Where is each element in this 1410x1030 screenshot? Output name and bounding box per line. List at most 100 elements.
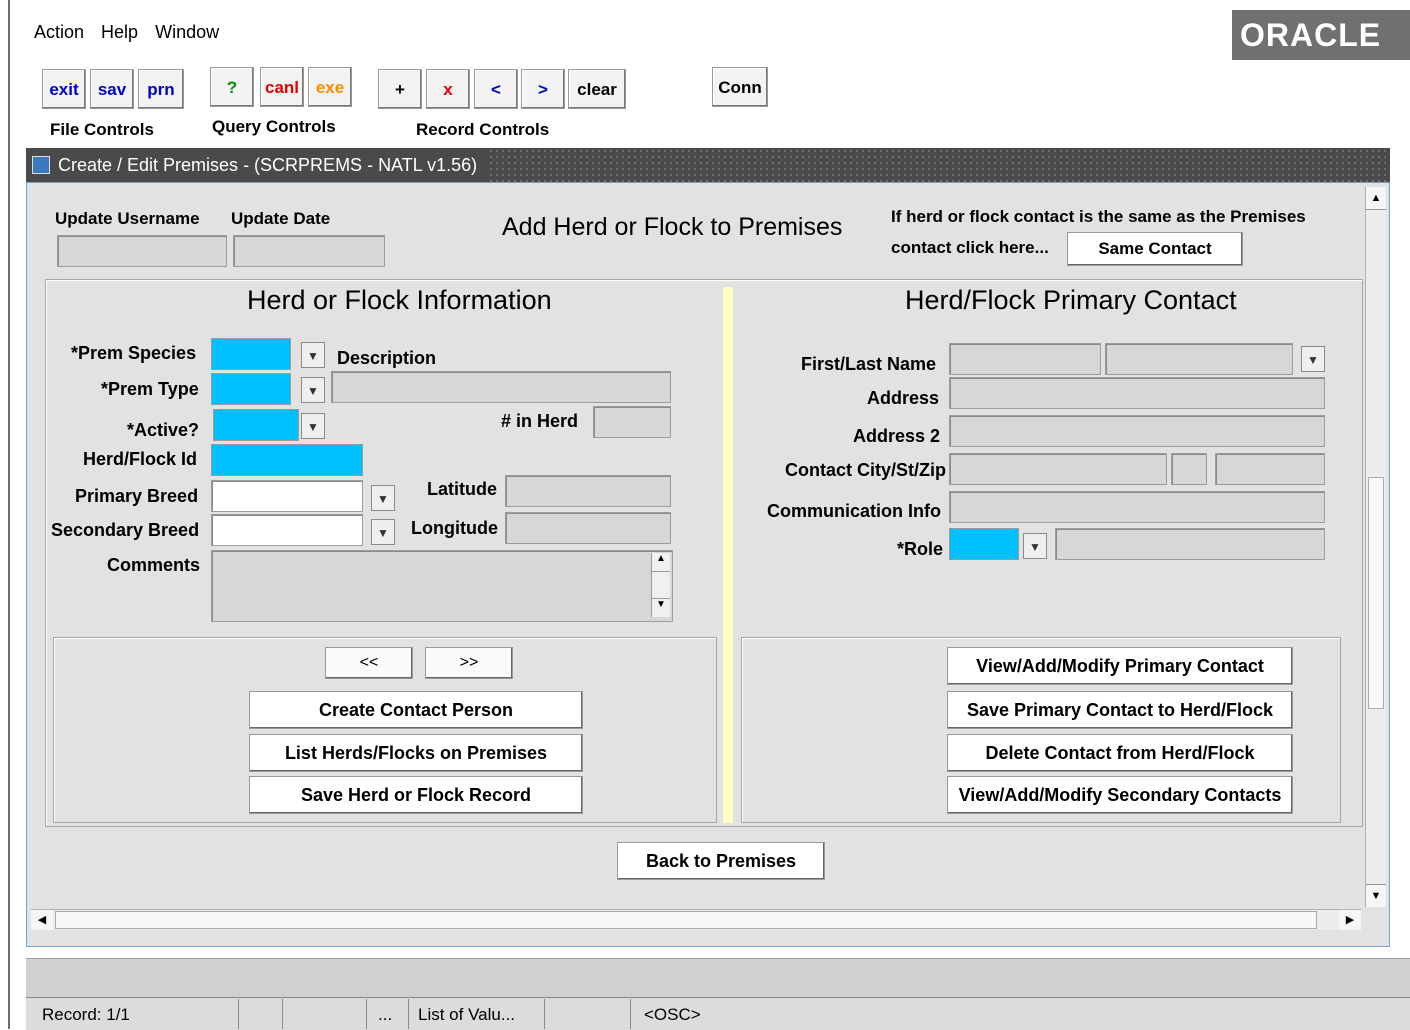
primary-breed-field[interactable] [211,480,363,512]
same-contact-note-2: contact click here... [891,238,1049,257]
address-field[interactable] [949,377,1325,409]
address2-label: Address 2 [853,426,941,446]
query-controls-label: Query Controls [212,117,336,136]
window-title-bar[interactable]: Create / Edit Premises - (SCRPREMS - NAT… [26,148,1390,182]
menu-help[interactable]: Help [101,22,138,42]
description-field[interactable] [331,371,671,403]
last-name-field[interactable] [1105,343,1293,375]
status-divider [366,999,367,1029]
osc-indicator: <OSC> [644,1005,701,1024]
comments-scrollbar[interactable]: ▲ ▼ [651,553,670,617]
address2-field[interactable] [949,415,1325,447]
communication-info-field[interactable] [949,491,1325,523]
role-field[interactable] [949,528,1019,560]
same-contact-button[interactable]: Same Contact [1067,232,1243,266]
prem-species-label: *Prem Species [71,343,197,363]
message-line [26,959,1410,998]
contact-section-title: Herd/Flock Primary Contact [905,285,1237,315]
scroll-down-arrow-icon[interactable]: ▼ [1366,884,1386,907]
delete-record-button[interactable]: x [426,69,470,109]
scroll-up-icon[interactable]: ▲ [652,553,670,572]
role-dropdown-icon[interactable]: ▼ [1023,533,1047,559]
prem-type-dropdown-icon[interactable]: ▼ [301,377,325,403]
window-title: Create / Edit Premises - (SCRPREMS - NAT… [58,155,478,175]
save-primary-contact-button[interactable]: Save Primary Contact to Herd/Flock [947,691,1293,729]
list-of-values-indicator: List of Valu... [418,1005,516,1024]
menu-action[interactable]: Action [34,22,84,42]
comments-field[interactable] [211,550,673,622]
help-query-button[interactable]: ? [210,67,254,107]
city-st-zip-label: Contact City/St/Zip [785,460,946,480]
scroll-down-icon[interactable]: ▼ [652,598,670,617]
form-window: Update Username Update Date Add Herd or … [26,182,1390,947]
scroll-up-arrow-icon[interactable]: ▲ [1366,187,1386,210]
section-divider [723,287,733,823]
latitude-field[interactable] [505,475,671,507]
horizontal-scrollbar[interactable]: ◀ ▶ [31,909,1361,930]
scroll-thumb[interactable] [1368,477,1384,709]
in-herd-field[interactable] [593,406,671,438]
update-date-field[interactable] [233,235,385,267]
primary-breed-label: Primary Breed [75,486,199,506]
role-description-field[interactable] [1055,528,1325,560]
delete-contact-button[interactable]: Delete Contact from Herd/Flock [947,734,1293,772]
h-scroll-thumb[interactable] [55,911,1317,929]
record-indicator: Record: 1/1 [42,1005,130,1024]
status-bar: Record: 1/1 ... List of Valu... <OSC> [26,958,1410,1030]
city-field[interactable] [949,453,1167,485]
save-button[interactable]: sav [90,69,134,109]
status-divider [630,999,631,1029]
primary-breed-dropdown-icon[interactable]: ▼ [371,485,395,511]
state-field[interactable] [1171,453,1207,485]
execute-query-button[interactable]: exe [308,67,352,107]
exit-button[interactable]: exit [42,69,86,109]
menu-window[interactable]: Window [155,22,219,42]
list-herds-button[interactable]: List Herds/Flocks on Premises [249,734,583,772]
save-herd-record-button[interactable]: Save Herd or Flock Record [249,776,583,814]
prem-species-field[interactable] [211,338,291,370]
status-divider [238,999,239,1029]
active-dropdown-icon[interactable]: ▼ [301,413,325,439]
update-date-label: Update Date [231,209,331,228]
print-button[interactable]: prn [138,69,184,109]
in-herd-label: # in Herd [501,411,579,431]
update-username-field[interactable] [57,235,227,267]
cancel-query-button[interactable]: canl [260,67,304,107]
zip-field[interactable] [1215,453,1325,485]
previous-record-button[interactable]: < [474,69,518,109]
active-field[interactable] [213,409,299,441]
name-dropdown-icon[interactable]: ▼ [1301,346,1325,372]
file-controls-label: File Controls [50,120,154,139]
next-record-button[interactable]: > [521,69,565,109]
first-name-field[interactable] [949,343,1101,375]
previous-herd-button[interactable]: << [325,647,413,679]
status-ellipsis: ... [378,1005,393,1024]
scroll-right-arrow-icon[interactable]: ▶ [1339,910,1361,930]
left-border [8,0,10,1029]
herd-flock-id-field[interactable] [211,444,363,476]
clear-button[interactable]: clear [568,69,626,109]
view-primary-contact-button[interactable]: View/Add/Modify Primary Contact [947,647,1293,685]
form-title: Add Herd or Flock to Premises [502,213,843,241]
secondary-breed-field[interactable] [211,514,363,546]
longitude-field[interactable] [505,512,671,544]
secondary-breed-dropdown-icon[interactable]: ▼ [371,519,395,545]
same-contact-note: If herd or flock contact is the same as … [891,207,1306,226]
next-herd-button[interactable]: >> [425,647,513,679]
communication-info-label: Communication Info [767,501,941,521]
description-label: Description [337,348,437,368]
connect-button[interactable]: Conn [712,67,768,107]
add-record-button[interactable]: + [378,69,422,109]
secondary-breed-label: Secondary Breed [51,520,200,540]
longitude-label: Longitude [411,518,498,538]
role-label: *Role [897,539,944,559]
prem-species-dropdown-icon[interactable]: ▼ [301,342,325,368]
create-contact-person-button[interactable]: Create Contact Person [249,691,583,729]
back-to-premises-button[interactable]: Back to Premises [617,842,825,880]
vertical-scrollbar[interactable]: ▲ ▼ [1365,187,1386,907]
form-icon [32,156,50,174]
prem-type-field[interactable] [211,373,291,405]
latitude-label: Latitude [427,479,497,499]
scroll-left-arrow-icon[interactable]: ◀ [31,910,53,930]
view-secondary-contacts-button[interactable]: View/Add/Modify Secondary Contacts [947,776,1293,814]
